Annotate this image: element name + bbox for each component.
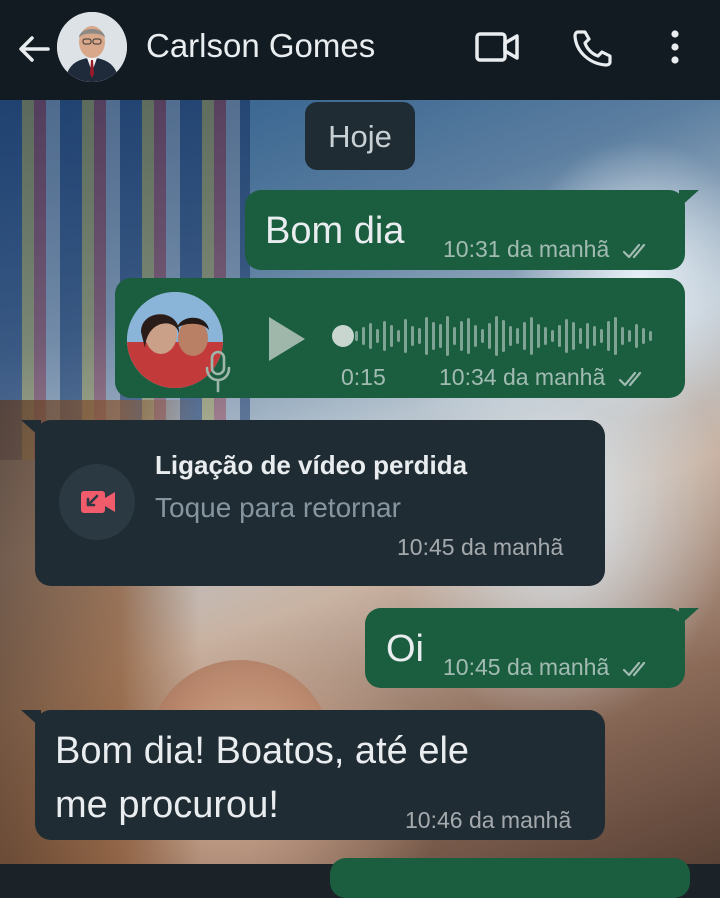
missed-call-title: Ligação de vídeo perdida (155, 450, 468, 480)
waveform-bar (355, 331, 358, 341)
message-time: 10:34 da manhã (439, 364, 606, 390)
message-time: 10:46 da manhã (405, 807, 572, 833)
message-meta: 10:34 da manhã (439, 364, 650, 391)
chat-header: Carlson Gomes (0, 0, 720, 100)
voice-call-icon[interactable] (570, 26, 618, 70)
waveform-bar (481, 329, 484, 343)
waveform-bar (614, 317, 617, 355)
message-time: 10:45 da manhã (443, 654, 610, 680)
contact-name[interactable]: Carlson Gomes (146, 27, 375, 65)
voice-message-bubble[interactable]: 0:15 10:34 da manhã (115, 278, 685, 398)
message-text: Bom dia (265, 210, 405, 252)
waveform-bar (369, 323, 372, 349)
more-options-icon[interactable] (655, 26, 695, 70)
waveform-bar (635, 324, 638, 348)
waveform-bar (607, 321, 610, 351)
missed-video-call-icon (59, 464, 135, 540)
message-time: 10:45 da manhã (397, 534, 564, 560)
message-bubble-outgoing[interactable]: Bom dia 10:31 da manhã (245, 190, 699, 270)
waveform-bar (453, 327, 456, 345)
read-receipt-icon (622, 661, 645, 677)
waveform-bar (565, 319, 568, 353)
message-meta: 10:45 da manhã (443, 654, 654, 681)
waveform-bar (467, 318, 470, 354)
playback-scrubber[interactable] (332, 325, 354, 347)
read-receipt-icon (622, 243, 645, 259)
waveform-bar (551, 330, 554, 342)
bubble-tail (21, 420, 41, 438)
waveform-bar (460, 321, 463, 351)
bubble-tail (679, 608, 699, 626)
message-bubble-outgoing[interactable]: Oi 10:45 da manhã (365, 608, 699, 688)
waveform-bar (621, 327, 624, 345)
waveform-bar (432, 322, 435, 350)
waveform-bar (411, 326, 414, 346)
waveform-bar (586, 323, 589, 349)
bubble-tail (21, 710, 41, 728)
waveform-bar (600, 329, 603, 343)
waveform-bar (495, 316, 498, 356)
message-text-line: Bom dia! Boatos, até ele (55, 730, 470, 772)
waveform-bar (523, 322, 526, 350)
waveform-bar (558, 325, 561, 347)
waveform-bar (425, 317, 428, 355)
waveform-bar (439, 324, 442, 348)
read-receipt-icon (618, 371, 641, 387)
waveform-bar (642, 328, 645, 344)
missed-call-bubble[interactable]: Ligação de vídeo perdida Toque para reto… (21, 420, 605, 586)
microphone-icon (203, 350, 233, 394)
contact-avatar[interactable] (57, 12, 127, 82)
message-bubble-incoming[interactable]: Bom dia! Boatos, até ele me procurou! 10… (21, 710, 605, 840)
waveform-bar (572, 322, 575, 350)
message-text: Oi (386, 628, 424, 670)
waveform-bar (537, 324, 540, 348)
waveform-bar (530, 317, 533, 355)
message-meta: 10:31 da manhã (443, 236, 654, 263)
voice-duration: 0:15 (341, 364, 386, 390)
waveform-bar (544, 327, 547, 345)
waveform-bar (383, 321, 386, 351)
waveform-bar (418, 328, 421, 344)
waveform-bar (474, 325, 477, 347)
date-separator: Hoje (305, 102, 415, 170)
waveform-bar (404, 319, 407, 353)
video-call-icon[interactable] (474, 26, 522, 70)
message-bubble-outgoing-partial[interactable] (330, 858, 690, 898)
waveform-bar (509, 326, 512, 346)
audio-waveform[interactable] (325, 308, 665, 364)
waveform-bar (446, 316, 449, 356)
waveform-bar (376, 329, 379, 343)
play-button[interactable] (265, 314, 309, 364)
waveform-bar (488, 323, 491, 349)
missed-call-subtitle: Toque para retornar (155, 492, 401, 523)
waveform-bar (502, 320, 505, 352)
waveform-bar (390, 325, 393, 347)
waveform-bar (579, 328, 582, 344)
waveform-bar (593, 326, 596, 346)
waveform-bar (628, 330, 631, 342)
waveform-bar (362, 327, 365, 345)
waveform-bar (516, 328, 519, 344)
back-arrow-icon[interactable] (14, 29, 54, 69)
message-time: 10:31 da manhã (443, 236, 610, 262)
bubble-tail (679, 190, 699, 208)
waveform-bar (649, 331, 652, 341)
waveform-bar (397, 330, 400, 342)
message-text-line: me procurou! (55, 784, 279, 826)
